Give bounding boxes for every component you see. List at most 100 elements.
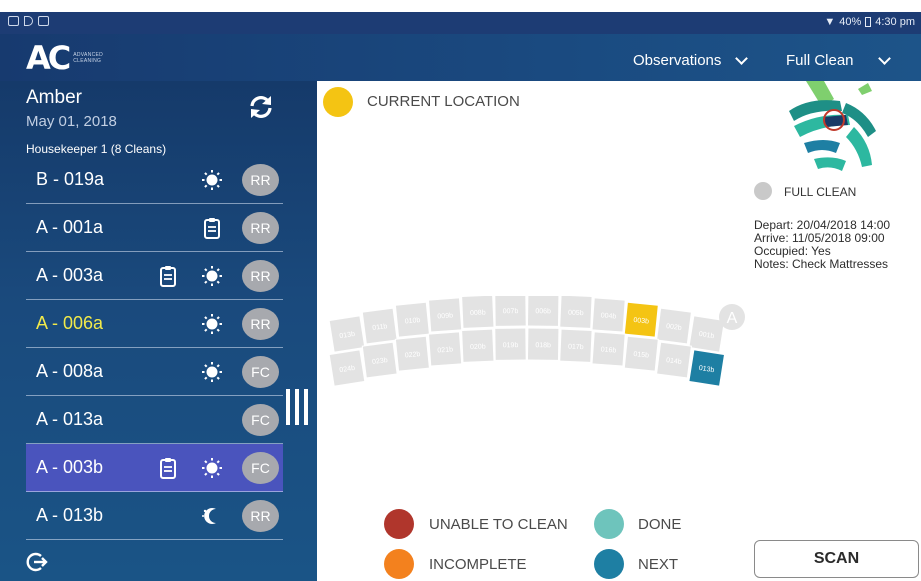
observations-label: Observations <box>633 52 722 69</box>
seat[interactable]: 018b <box>526 327 560 361</box>
seat-label: 005b <box>568 309 584 317</box>
moon-icon <box>201 505 223 527</box>
seat[interactable]: 003b <box>623 301 659 338</box>
room-label: A - 001a <box>36 217 104 237</box>
seat[interactable]: 016b <box>591 331 626 367</box>
seat[interactable]: 001b <box>688 315 726 353</box>
seat[interactable]: 013b <box>688 349 726 387</box>
seat[interactable]: 002b <box>656 307 692 345</box>
unable-to-clean-dot <box>384 509 414 539</box>
clean-type-badge: RR <box>242 164 279 196</box>
seat[interactable]: 005b <box>559 296 593 329</box>
seat-label: 016b <box>600 346 616 354</box>
seat[interactable]: 011b <box>361 307 398 345</box>
seat[interactable]: 010b <box>394 301 430 338</box>
main-panel: CURRENT LOCATION FULL CLEAN Depart: 20/0… <box>317 81 921 581</box>
room-row[interactable]: A - 013a FC <box>26 396 283 444</box>
section-marker: A <box>719 304 745 330</box>
seat-label: 007b <box>503 308 519 315</box>
room-row[interactable]: A - 003a RR <box>26 252 283 300</box>
done-dot <box>594 509 624 539</box>
drawer-handle[interactable] <box>286 389 312 425</box>
seat[interactable]: 008b <box>461 296 495 329</box>
notes-text: Notes: Check Mattresses <box>754 257 889 271</box>
room-row[interactable]: A - 006a RR <box>26 300 283 348</box>
seat[interactable]: 024b <box>328 349 366 387</box>
play-icon <box>24 16 33 26</box>
shift-date: May 01, 2018 <box>26 113 117 130</box>
room-row[interactable]: A - 013b RR <box>26 492 283 540</box>
room-label: A - 013a <box>36 409 104 429</box>
battery-level: 40% <box>839 16 862 28</box>
seat-label: 020b <box>470 343 486 351</box>
scan-button[interactable]: SCAN <box>754 540 919 578</box>
logo-subtitle: ADVANCED CLEANING <box>73 52 104 64</box>
seat[interactable]: 009b <box>427 297 463 333</box>
status-right: ▼ 40% 4:30 pm <box>824 16 915 28</box>
room-label: A - 006a <box>36 313 104 333</box>
user-name: Amber <box>26 87 82 108</box>
seat[interactable]: 006b <box>526 296 560 327</box>
logout-icon[interactable] <box>26 551 48 573</box>
seat-map: 013b011b010b009b 008b 007b 006b 005b 004b003b… <box>328 296 745 387</box>
clean-type-badge: RR <box>242 260 279 292</box>
seat[interactable]: 007b <box>494 296 527 327</box>
clean-type-badge: FC <box>242 356 279 388</box>
room-list: B - 019a RR A - 001a RR A - 003a RR A - 006a RR… <box>26 156 283 540</box>
room-row[interactable]: A - 008a FC <box>26 348 283 396</box>
clean-type-badge: RR <box>242 212 279 244</box>
sun-icon <box>201 361 223 383</box>
seat[interactable]: 023b <box>361 341 398 379</box>
room-label: A - 003a <box>36 265 104 285</box>
room-row[interactable]: A - 003b FC <box>26 444 283 492</box>
clean-type-dropdown[interactable]: Full Clean <box>786 51 891 69</box>
sun-icon <box>201 457 223 479</box>
room-row[interactable]: B - 019a RR <box>26 156 283 204</box>
unable-to-clean-label: UNABLE TO CLEAN <box>429 516 568 533</box>
app-window: ▼ 40% 4:30 pm AC ADVANCED CLEANING Obser… <box>0 0 921 581</box>
seat-label: 004b <box>600 312 616 320</box>
incomplete-dot <box>384 549 414 579</box>
seat[interactable]: 015b <box>623 335 659 372</box>
app-bar: AC ADVANCED CLEANING Observations Full C… <box>0 34 921 81</box>
current-location-dot <box>323 87 353 117</box>
full-clean-label: FULL CLEAN <box>784 185 857 199</box>
gallery-icon <box>8 16 19 26</box>
observations-dropdown[interactable]: Observations <box>633 51 749 69</box>
chevron-down-icon <box>735 51 749 65</box>
top-strip <box>0 0 921 12</box>
clipboard-icon <box>157 457 179 479</box>
chevron-down-icon <box>877 51 891 65</box>
room-label: B - 019a <box>36 169 105 189</box>
clean-type-badge: FC <box>242 404 279 436</box>
minimap[interactable] <box>784 81 884 177</box>
clean-type-badge: RR <box>242 500 279 532</box>
seat-label: 018b <box>535 342 551 349</box>
done-label: DONE <box>638 516 682 533</box>
room-label: A - 003b <box>36 457 104 477</box>
seat[interactable]: 019b <box>494 327 527 361</box>
notification-icons <box>8 16 49 26</box>
seat[interactable]: 013b <box>328 315 366 353</box>
clean-type-label: Full Clean <box>786 52 854 69</box>
seat[interactable]: 004b <box>591 297 626 333</box>
sync-icon[interactable] <box>247 93 275 121</box>
logo: AC ADVANCED CLEANING <box>26 42 103 74</box>
sidebar: Amber May 01, 2018 Housekeeper 1 (8 Clea… <box>0 81 317 581</box>
room-row[interactable]: A - 001a RR <box>26 204 283 252</box>
room-label: A - 008a <box>36 361 104 381</box>
logo-mark: AC <box>26 39 71 77</box>
incomplete-label: INCOMPLETE <box>429 556 527 573</box>
seat[interactable]: 020b <box>461 328 495 363</box>
seat[interactable]: 021b <box>427 331 463 367</box>
sun-icon <box>201 169 223 191</box>
seat[interactable]: 022b <box>394 335 430 372</box>
seat-label: 008b <box>470 309 486 317</box>
seat-label: 009b <box>437 312 453 320</box>
seat-label: 006b <box>535 308 551 315</box>
seat[interactable]: 017b <box>559 328 593 363</box>
seat[interactable]: 014b <box>656 341 692 379</box>
full-clean-dot <box>754 182 772 200</box>
clean-type-badge: FC <box>242 452 279 484</box>
clipboard-icon <box>157 265 179 287</box>
